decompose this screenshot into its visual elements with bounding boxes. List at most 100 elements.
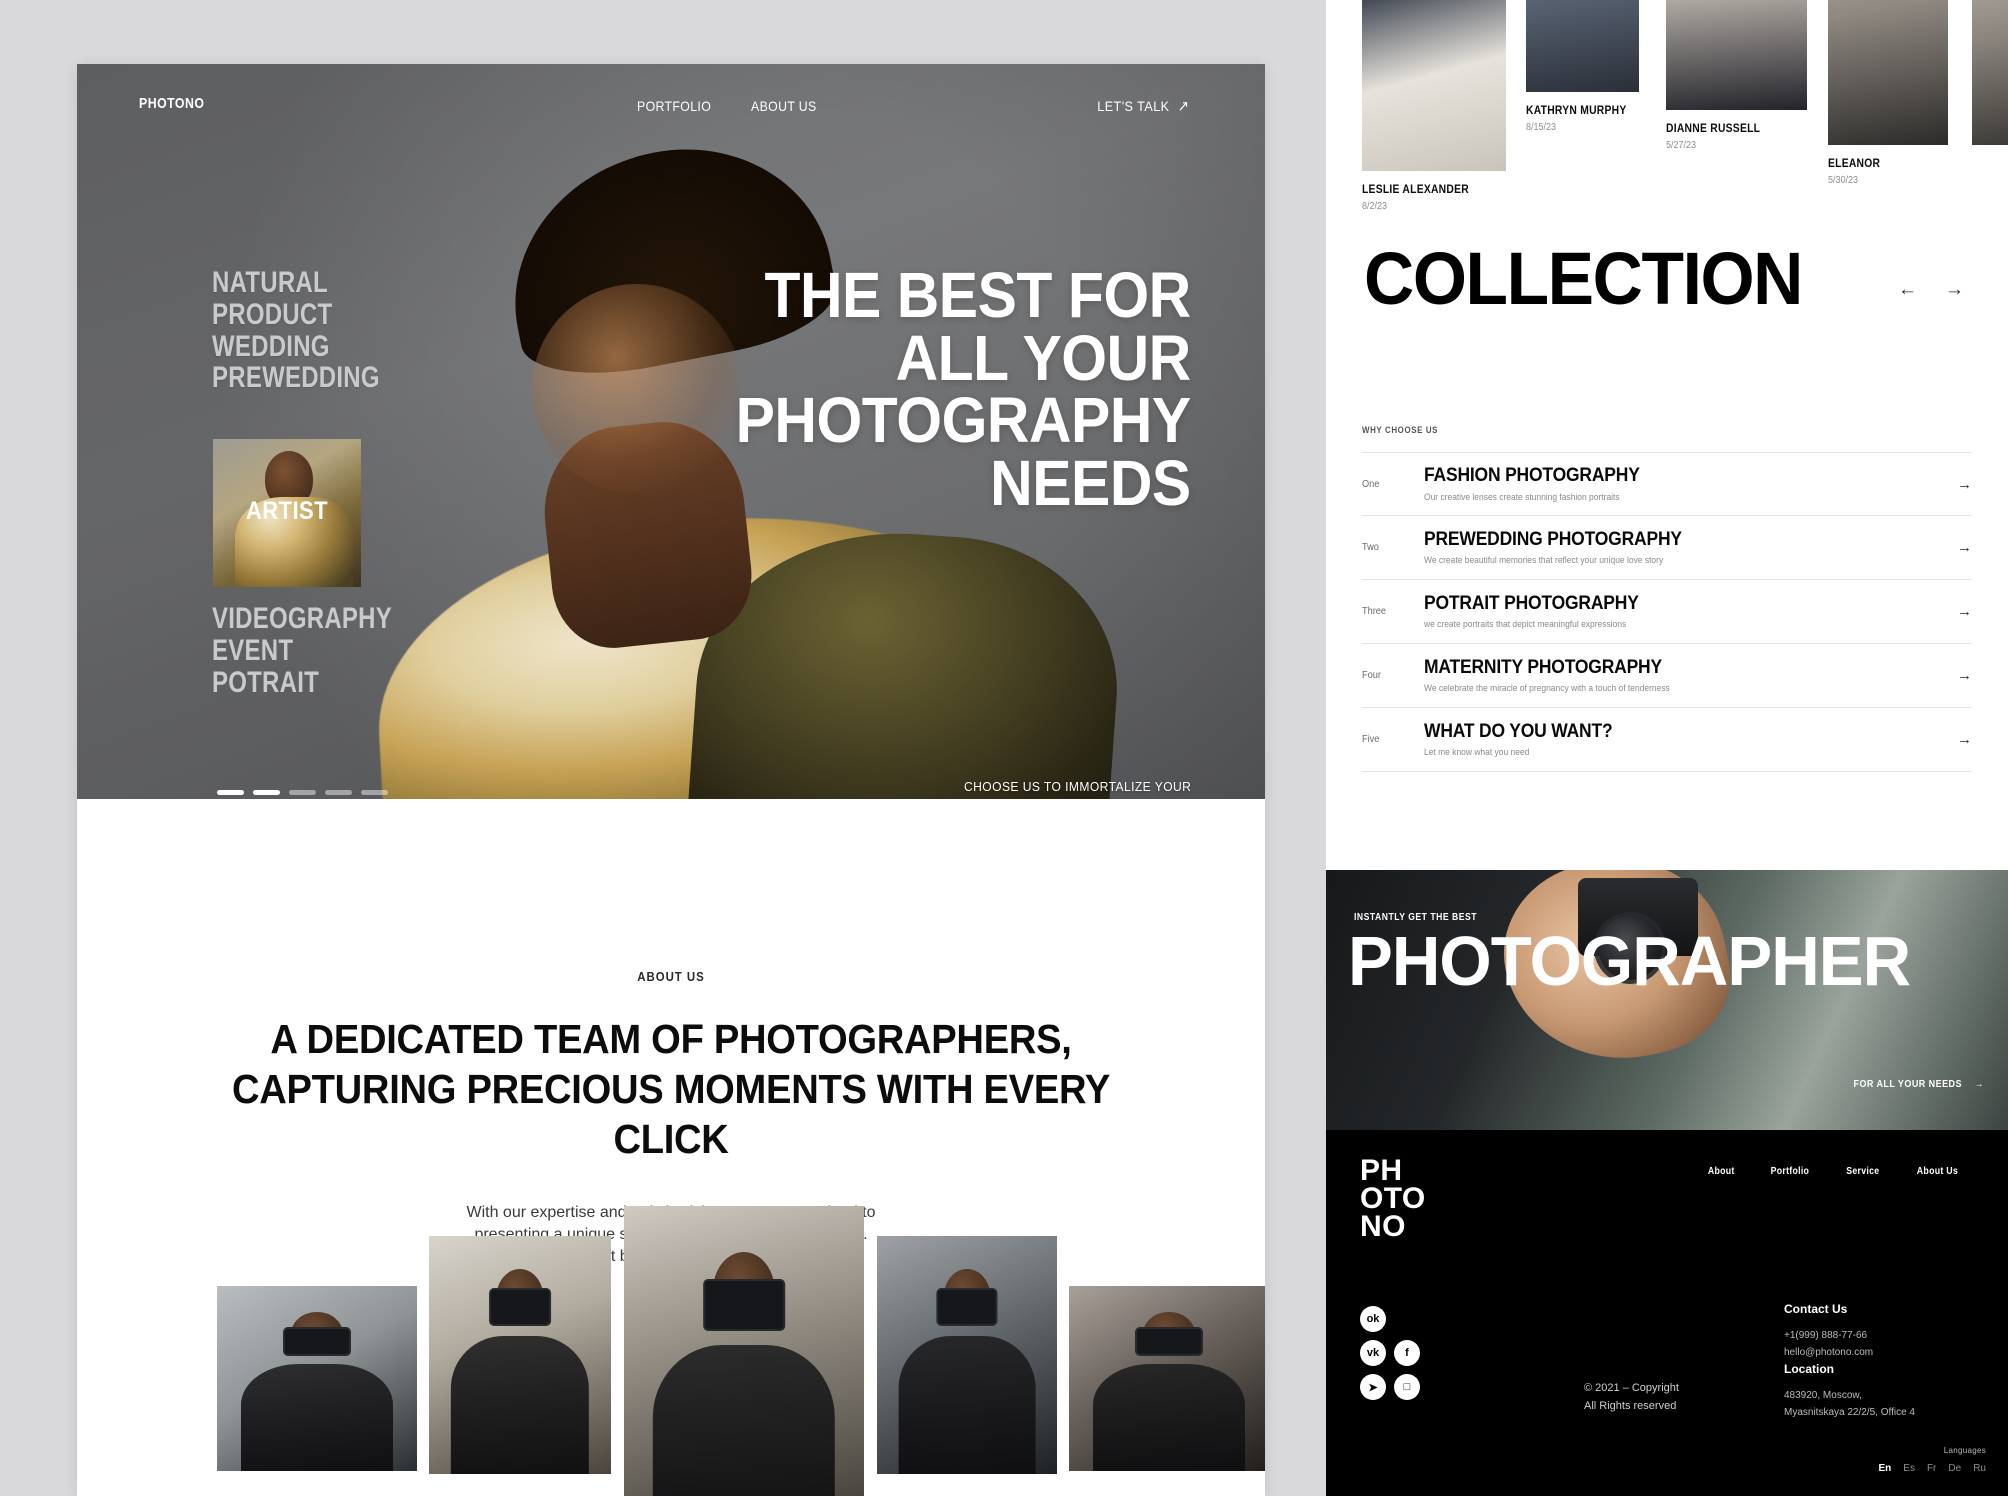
why-row-four[interactable]: Four MATERNITY PHOTOGRAPHY We celebrate … <box>1362 644 1972 708</box>
footer-nav-about-us[interactable]: About Us <box>1917 1166 1958 1177</box>
banner-cta-label: FOR ALL YOUR NEEDS <box>1853 1079 1962 1090</box>
why-row-title: POTRAIT PHOTOGRAPHY <box>1424 592 1639 614</box>
gallery-photo-body <box>241 1363 393 1471</box>
arrow-right-icon[interactable]: → <box>1942 476 1972 493</box>
telegram-icon[interactable]: ➤ <box>1360 1374 1386 1400</box>
arrow-right-icon[interactable]: → <box>1945 280 1964 299</box>
collection-card-strip: LESLIE ALEXANDER 8/2/23 KATHRYN MURPHY 8… <box>1326 0 2008 220</box>
copyright-line-2: All Rights reserved <box>1584 1399 1677 1412</box>
photographer-gallery <box>77 1206 1265 1496</box>
contact-title: Contact Us <box>1784 1302 1848 1316</box>
footer-logo-line-3: NO <box>1360 1209 1406 1243</box>
gallery-photo-body <box>450 1335 590 1474</box>
hero-caption-line-1: CHOOSE US TO IMMORTALIZE YOUR <box>963 779 1191 794</box>
lets-talk-button[interactable]: LET'S TALK ↗ <box>1097 98 1189 114</box>
hero-caption: CHOOSE US TO IMMORTALIZE YOUR PRECIOUS M… <box>934 777 1191 799</box>
camera-icon <box>936 1288 998 1327</box>
why-row-subtitle: Our creative lenses create stunning fash… <box>1424 491 1620 502</box>
gallery-photo-3[interactable] <box>624 1206 864 1496</box>
copyright-line-1: © 2021 – Copyright <box>1584 1382 1679 1394</box>
collection-card-3[interactable]: DIANNE RUSSELL 5/27/23 <box>1666 0 1807 151</box>
instagram-icon[interactable]: □ <box>1394 1374 1420 1400</box>
nav-item-portfolio[interactable]: PORTFOLIO <box>637 98 711 114</box>
why-row-number: One <box>1362 478 1380 490</box>
social-links: ok vk f ➤ □ <box>1360 1306 1430 1408</box>
about-kicker: ABOUT US <box>637 969 705 984</box>
footer-nav: About Portfolio Service About Us <box>1706 1166 1961 1177</box>
footer-contact: Contact Us +1(999) 888-77-66 hello@photo… <box>1784 1302 1873 1361</box>
photographer-banner: INSTANTLY GET THE BEST PHOTOGRAPHER FOR … <box>1326 870 2008 1130</box>
language-ru[interactable]: Ru <box>1973 1463 1986 1474</box>
collection-card-4[interactable]: ELEANOR 5/30/23 <box>1828 0 1948 186</box>
artist-thumbnail-card[interactable]: ARTIST <box>213 439 361 587</box>
ok-icon[interactable]: ok <box>1360 1306 1386 1332</box>
language-fr[interactable]: Fr <box>1927 1463 1936 1474</box>
footer-logo[interactable]: PH OTO NO <box>1360 1156 1426 1243</box>
camera-icon <box>489 1288 551 1327</box>
why-row-subtitle: we create portraits that depict meaningf… <box>1424 619 1627 630</box>
language-de[interactable]: De <box>1948 1463 1961 1474</box>
hero-category-event[interactable]: EVENT <box>212 634 392 667</box>
why-row-number: Four <box>1362 670 1381 681</box>
secondary-page-mockup: LESLIE ALEXANDER 8/2/23 KATHRYN MURPHY 8… <box>1326 0 2008 1496</box>
hero-headline: THE BEST FOR ALL YOUR PHOTOGRAPHY NEEDS <box>736 259 1192 515</box>
contact-phone[interactable]: +1(999) 888-77-66 <box>1784 1327 1873 1344</box>
why-choose-us-kicker: WHY CHOOSE US <box>1362 425 1439 435</box>
why-row-one[interactable]: One FASHION PHOTOGRAPHY Our creative len… <box>1362 452 1972 516</box>
why-row-subtitle: Let me know what you need <box>1424 747 1530 758</box>
why-row-subtitle: We celebrate the miracle of pregnancy wi… <box>1424 683 1670 694</box>
arrow-right-icon[interactable]: → <box>1942 731 1972 748</box>
language-en[interactable]: En <box>1879 1463 1892 1474</box>
hero-section: PHOTONO PORTFOLIO ABOUT US LET'S TALK ↗ … <box>77 64 1265 799</box>
gallery-photo-4[interactable] <box>877 1236 1057 1474</box>
hero-category-prewedding[interactable]: PREWEDDING <box>212 362 380 394</box>
slider-dash-3[interactable] <box>289 790 316 795</box>
footer-nav-about[interactable]: About <box>1708 1166 1735 1177</box>
hero-category-potrait[interactable]: POTRAIT <box>212 666 392 699</box>
why-row-title: PREWEDDING PHOTOGRAPHY <box>1424 528 1682 550</box>
gallery-photo-5[interactable] <box>1069 1286 1265 1471</box>
banner-cta[interactable]: FOR ALL YOUR NEEDS → <box>1854 1079 1985 1090</box>
contact-email[interactable]: hello@photono.com <box>1784 1344 1873 1361</box>
hero-category-list-top: NATURAL PRODUCT WEDDING PREWEDDING <box>212 267 422 394</box>
camera-icon <box>283 1326 351 1357</box>
footer-nav-portfolio[interactable]: Portfolio <box>1771 1166 1810 1177</box>
slider-dash-4[interactable] <box>325 790 352 795</box>
hero-category-product[interactable]: PRODUCT <box>212 298 380 331</box>
arrow-right-icon[interactable]: → <box>1942 667 1972 684</box>
banner-headline: PHOTOGRAPHER <box>1348 922 1911 1000</box>
model-highlight <box>532 284 742 494</box>
arrow-right-icon[interactable]: → <box>1942 603 1972 620</box>
hero-category-wedding[interactable]: WEDDING <box>212 330 380 363</box>
language-es[interactable]: Es <box>1903 1463 1915 1474</box>
arrow-right-icon[interactable]: → <box>1942 539 1972 556</box>
slider-dash-2[interactable] <box>253 790 280 795</box>
why-row-three[interactable]: Three POTRAIT PHOTOGRAPHY we create port… <box>1362 580 1972 644</box>
hero-headline-line-2: ALL YOUR <box>895 321 1192 394</box>
hero-headline-line-1: THE BEST FOR <box>764 259 1192 331</box>
site-footer: PH OTO NO About Portfolio Service About … <box>1326 1130 2008 1496</box>
page-root: PHOTONO PORTFOLIO ABOUT US LET'S TALK ↗ … <box>0 0 2008 1496</box>
vk-icon[interactable]: vk <box>1360 1340 1386 1366</box>
gallery-photo-body <box>1093 1363 1245 1471</box>
hero-slider-progress[interactable] <box>217 790 388 795</box>
arrow-right-icon: → <box>1974 1079 1984 1090</box>
slider-dash-1[interactable] <box>217 790 244 795</box>
footer-nav-service[interactable]: Service <box>1846 1166 1879 1177</box>
arrow-left-icon[interactable]: ← <box>1898 280 1917 299</box>
collection-card-1[interactable]: LESLIE ALEXANDER 8/2/23 <box>1362 0 1506 212</box>
gallery-photo-1[interactable] <box>217 1286 417 1471</box>
collection-card-2[interactable]: KATHRYN MURPHY 8/15/23 <box>1526 0 1639 133</box>
why-row-two[interactable]: Two PREWEDDING PHOTOGRAPHY We create bea… <box>1362 516 1972 580</box>
why-row-five[interactable]: Five WHAT DO YOU WANT? Let me know what … <box>1362 708 1972 772</box>
brand-logo[interactable]: PHOTONO <box>139 95 204 112</box>
facebook-icon[interactable]: f <box>1394 1340 1420 1366</box>
nav-item-about-us[interactable]: ABOUT US <box>751 98 817 114</box>
hero-category-videography[interactable]: VIDEOGRAPHY <box>212 603 392 635</box>
about-heading: A DEDICATED TEAM OF PHOTOGRAPHERS, CAPTU… <box>231 1016 1111 1163</box>
hero-category-natural[interactable]: NATURAL <box>212 267 380 299</box>
collection-card-5[interactable] <box>1972 0 2008 145</box>
collection-card-name: ELEANOR <box>1828 156 1881 170</box>
slider-dash-5[interactable] <box>361 790 388 795</box>
gallery-photo-2[interactable] <box>429 1236 611 1474</box>
